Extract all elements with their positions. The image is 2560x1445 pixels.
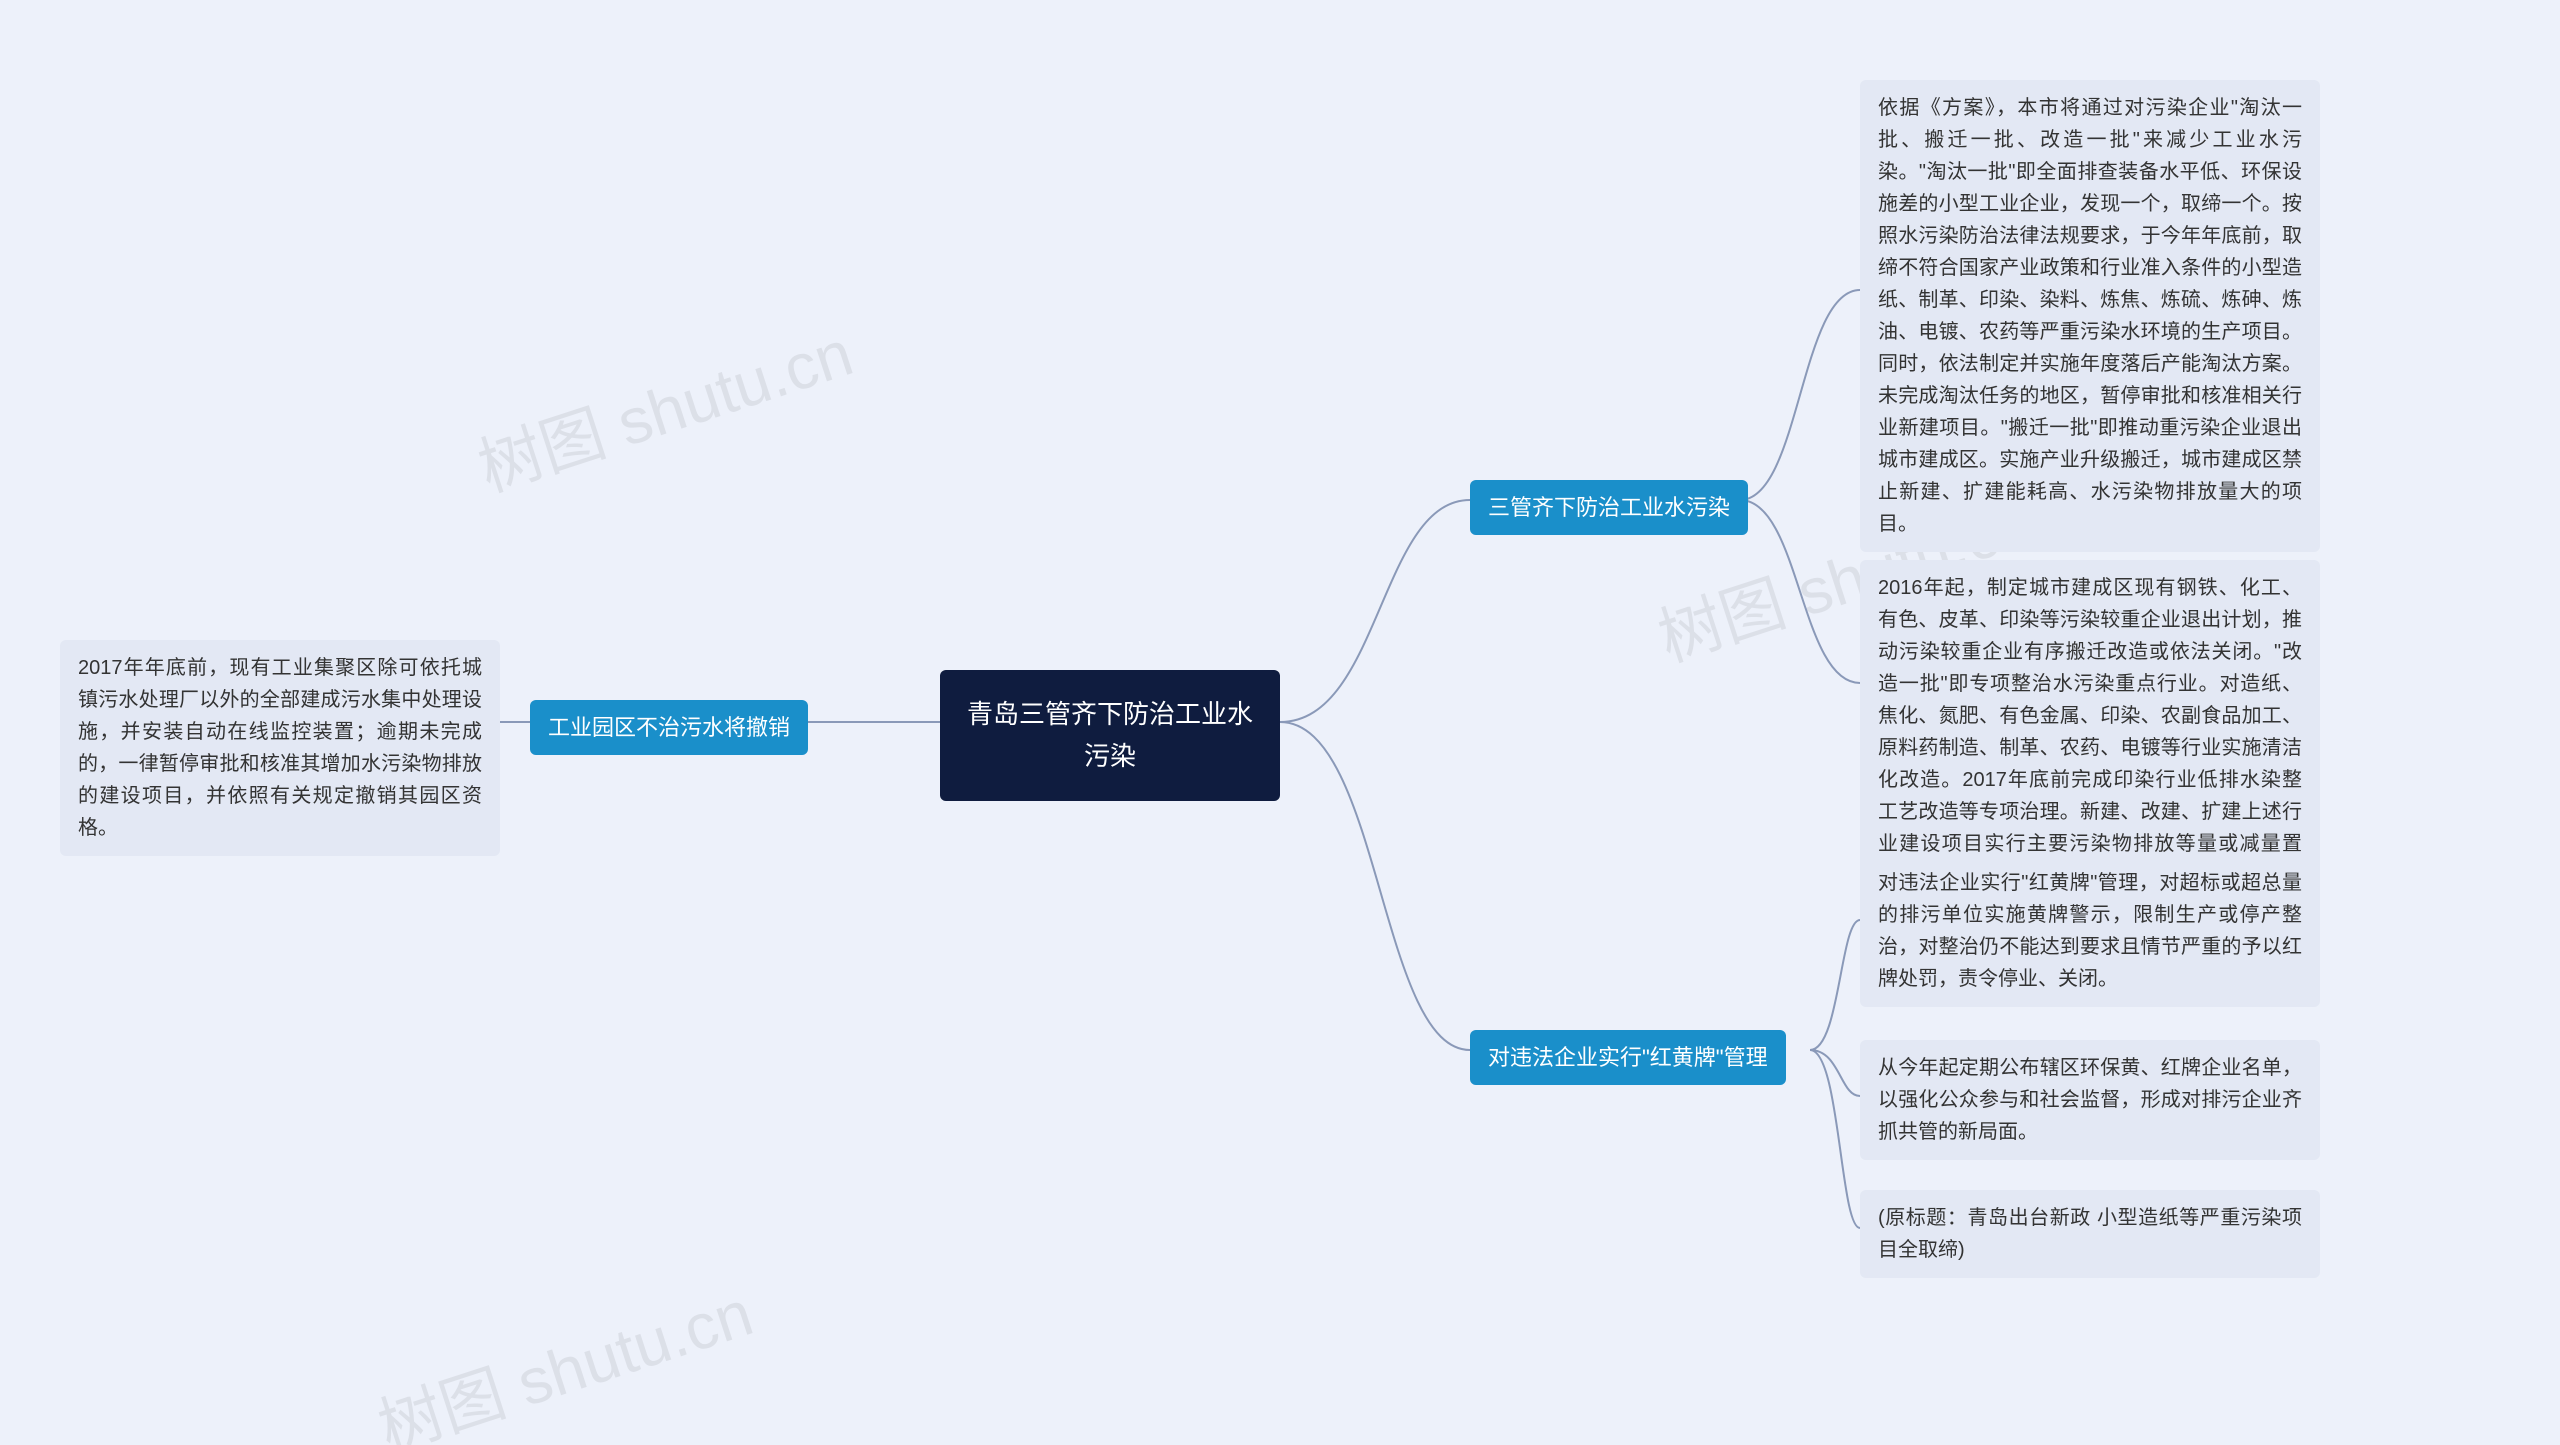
right-leaf-2a[interactable]: 对违法企业实行"红黄牌"管理，对超标或超总量的排污单位实施黄牌警示，限制生产或停… <box>1860 855 2320 1007</box>
right-leaf-1a-text: 依据《方案》，本市将通过对污染企业"淘汰一批、搬迁一批、改造一批"来减少工业水污… <box>1878 97 2302 535</box>
right-branch-2[interactable]: 对违法企业实行"红黄牌"管理 <box>1470 1030 1786 1085</box>
left-branch-1[interactable]: 工业园区不治污水将撤销 <box>530 700 808 755</box>
left-branch-1-label: 工业园区不治污水将撤销 <box>548 715 790 740</box>
left-leaf-1[interactable]: 2017年年底前，现有工业集聚区除可依托城镇污水处理厂以外的全部建成污水集中处理… <box>60 640 500 856</box>
right-branch-2-label: 对违法企业实行"红黄牌"管理 <box>1488 1045 1768 1070</box>
root-node[interactable]: 青岛三管齐下防治工业水污染 <box>940 670 1280 801</box>
right-leaf-2b[interactable]: 从今年起定期公布辖区环保黄、红牌企业名单，以强化公众参与和社会监督，形成对排污企… <box>1860 1040 2320 1160</box>
right-leaf-2a-text: 对违法企业实行"红黄牌"管理，对超标或超总量的排污单位实施黄牌警示，限制生产或停… <box>1878 872 2302 990</box>
right-leaf-1b[interactable]: 2016年起，制定城市建成区现有钢铁、化工、有色、皮革、印染等污染较重企业退出计… <box>1860 560 2320 904</box>
right-branch-1[interactable]: 三管齐下防治工业水污染 <box>1470 480 1748 535</box>
watermark: 树图 shutu.cn <box>465 302 862 509</box>
right-leaf-2b-text: 从今年起定期公布辖区环保黄、红牌企业名单，以强化公众参与和社会监督，形成对排污企… <box>1878 1057 2302 1143</box>
right-leaf-2c-text: (原标题：青岛出台新政 小型造纸等严重污染项目全取缔) <box>1878 1207 2302 1261</box>
left-leaf-1-text: 2017年年底前，现有工业集聚区除可依托城镇污水处理厂以外的全部建成污水集中处理… <box>78 657 482 839</box>
right-branch-1-label: 三管齐下防治工业水污染 <box>1488 495 1730 520</box>
right-leaf-2c[interactable]: (原标题：青岛出台新政 小型造纸等严重污染项目全取缔) <box>1860 1190 2320 1278</box>
right-leaf-1b-text: 2016年起，制定城市建成区现有钢铁、化工、有色、皮革、印染等污染较重企业退出计… <box>1878 577 2302 887</box>
watermark: 树图 shutu.cn <box>365 1262 762 1445</box>
right-leaf-1a[interactable]: 依据《方案》，本市将通过对污染企业"淘汰一批、搬迁一批、改造一批"来减少工业水污… <box>1860 80 2320 552</box>
root-title: 青岛三管齐下防治工业水污染 <box>967 699 1253 771</box>
